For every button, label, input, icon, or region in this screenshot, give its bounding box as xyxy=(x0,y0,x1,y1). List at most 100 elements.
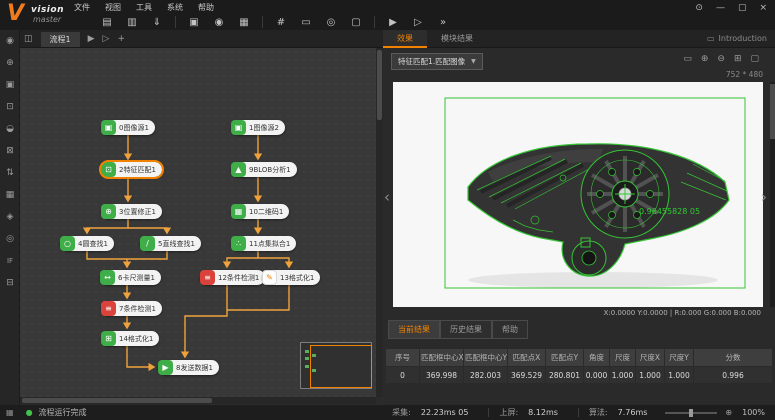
camera-icon[interactable]: ◉ xyxy=(212,17,226,28)
minimap-viewport[interactable] xyxy=(310,345,372,388)
user-chip[interactable]: ▭ Introduction xyxy=(707,34,767,43)
col-angle[interactable]: 角度 xyxy=(584,349,610,367)
node-line-find-1[interactable]: /5直线查找1 xyxy=(140,236,201,251)
tab-history-result[interactable]: 历史结果 xyxy=(440,320,492,339)
col-index[interactable]: 序号 xyxy=(386,349,420,367)
table-row[interactable]: 0 369.998 282.003 369.529 280.801 0.000 … xyxy=(386,367,773,384)
node-icon: ○ xyxy=(60,236,75,251)
image-viewer[interactable]: 0.96455828 05 xyxy=(393,82,763,307)
node-condition-check-7[interactable]: ≡7条件检测1 xyxy=(101,301,162,316)
cell-match-y: 280.801 xyxy=(546,367,584,384)
tab-current-result[interactable]: 当前结果 xyxy=(388,320,440,339)
scrollbar-thumb[interactable] xyxy=(770,84,775,139)
node-condition-check-12[interactable]: ≡12条件检测1 xyxy=(200,270,265,285)
run-flow-icon[interactable]: ▶ xyxy=(88,34,95,44)
canvas-zoom-slider[interactable] xyxy=(665,412,717,414)
node-qrcode-1[interactable]: ▦10二维码1 xyxy=(231,204,289,219)
flowchart-canvas[interactable]: ▣0图像源1 ▣1图像源2 ⊡2特征匹配1 ▲9BLOB分析1 ⊕3位置修正1 … xyxy=(20,48,376,397)
node-caliper-measure-1[interactable]: ↔6卡尺测量1 xyxy=(100,270,161,285)
zoom-out-icon[interactable]: ⊖ xyxy=(717,54,725,64)
acquisition-icon[interactable]: ◉ xyxy=(0,30,20,52)
node-send-data-1[interactable]: ▶8发送数据1 xyxy=(158,360,219,375)
col-scale-x[interactable]: 尺度X xyxy=(636,349,665,367)
focus-icon[interactable]: ⊡ xyxy=(0,96,20,118)
slider-knob[interactable] xyxy=(689,409,693,417)
menu-tools[interactable]: 工具 xyxy=(136,2,152,13)
col-scale[interactable]: 尺度 xyxy=(610,349,636,367)
one-to-one-icon[interactable]: ⊞ xyxy=(734,54,742,64)
next-image-arrow[interactable]: › xyxy=(761,188,767,206)
logic-tools-icon[interactable]: IF xyxy=(0,250,20,272)
node-feature-match-1[interactable]: ⊡2特征匹配1 xyxy=(101,162,162,177)
step-run-icon[interactable]: » xyxy=(436,17,450,28)
col-box-center-x[interactable]: 匹配框中心X xyxy=(420,349,464,367)
node-image-source-1[interactable]: ▣0图像源1 xyxy=(101,120,155,135)
menu-help[interactable]: 帮助 xyxy=(198,2,214,13)
measurement-icon[interactable]: ▦ xyxy=(0,184,20,206)
node-format-14[interactable]: ⊞14格式化1 xyxy=(101,331,159,346)
display-source-dropdown[interactable]: 特征匹配1.匹配图像 ▼ xyxy=(391,53,483,70)
prev-image-arrow[interactable]: ‹ xyxy=(384,188,390,206)
measure-icon[interactable]: ▦ xyxy=(237,17,251,28)
node-icon: ✎ xyxy=(262,270,277,285)
cell-box-center-y: 282.003 xyxy=(464,367,508,384)
run-once-icon[interactable]: ▶ xyxy=(386,17,400,28)
run-flow-loop-icon[interactable]: ▷ xyxy=(103,34,110,44)
node-point-fit-1[interactable]: ∴11点集拟合1 xyxy=(231,236,296,251)
close-button[interactable]: × xyxy=(759,3,767,13)
maximize-button[interactable]: ▢ xyxy=(738,3,747,13)
fullscreen-icon[interactable]: ▢ xyxy=(750,54,759,64)
scrollbar-thumb[interactable] xyxy=(22,398,212,403)
blob-analysis-icon[interactable]: ⊠ xyxy=(0,140,20,162)
gallery-icon[interactable]: ▣ xyxy=(187,17,201,28)
deep-learning-icon[interactable]: ◎ xyxy=(0,228,20,250)
communication-icon[interactable]: ⊟ xyxy=(0,272,20,294)
col-match-x[interactable]: 匹配点X xyxy=(508,349,546,367)
export-icon[interactable]: ⇓ xyxy=(150,17,164,28)
status-menu-icon[interactable]: ▦ xyxy=(6,408,14,417)
tab-help[interactable]: 帮助 xyxy=(492,320,528,339)
scrollbar-thumb[interactable] xyxy=(377,50,382,120)
menu-file[interactable]: 文件 xyxy=(74,2,90,13)
grid-icon[interactable]: # xyxy=(274,17,288,28)
tab-module-result[interactable]: 模块结果 xyxy=(427,30,487,48)
col-score[interactable]: 分数 xyxy=(694,349,773,367)
minimize-button[interactable]: — xyxy=(716,3,725,13)
run-loop-icon[interactable]: ▷ xyxy=(411,17,425,28)
add-flow-button[interactable]: + xyxy=(117,34,125,44)
history-icon[interactable]: ⊙ xyxy=(695,3,703,13)
calibration-icon[interactable]: ◈ xyxy=(0,206,20,228)
user-label: Introduction xyxy=(719,34,767,43)
canvas-horizontal-scrollbar[interactable] xyxy=(20,397,376,404)
node-circle-find-1[interactable]: ○4圆查找1 xyxy=(60,236,114,251)
node-format-13[interactable]: ✎13格式化1 xyxy=(262,270,320,285)
tag-icon[interactable]: ▭ xyxy=(299,17,313,28)
global-params-icon[interactable]: ◎ xyxy=(324,17,338,28)
location-icon[interactable]: ⊕ xyxy=(0,52,20,74)
fit-view-icon[interactable]: ▭ xyxy=(683,54,692,64)
col-match-y[interactable]: 匹配点Y xyxy=(546,349,584,367)
screen-icon[interactable]: ▢ xyxy=(349,17,363,28)
save-icon[interactable]: ▤ xyxy=(100,17,114,28)
window-controls: ⊙ — ▢ × xyxy=(695,3,767,13)
node-blob-analysis-1[interactable]: ▲9BLOB分析1 xyxy=(231,162,297,177)
recognition-icon[interactable]: ◒ xyxy=(0,118,20,140)
zoom-in-icon[interactable]: ⊕ xyxy=(701,54,709,64)
canvas-vertical-scrollbar[interactable] xyxy=(376,48,383,397)
zoom-icon[interactable]: ⊕ xyxy=(725,408,732,417)
open-icon[interactable]: ▥ xyxy=(125,17,139,28)
col-scale-y[interactable]: 尺度Y xyxy=(665,349,694,367)
tab-flow-1[interactable]: 流程1 xyxy=(41,32,80,47)
viewer-scrollbar[interactable] xyxy=(770,82,775,307)
minimap[interactable] xyxy=(300,342,372,389)
col-box-center-y[interactable]: 匹配框中心Y xyxy=(464,349,508,367)
menu-view[interactable]: 视图 xyxy=(105,2,121,13)
image-processing-icon[interactable]: ▣ xyxy=(0,74,20,96)
alignment-icon[interactable]: ⇅ xyxy=(0,162,20,184)
node-position-fix-1[interactable]: ⊕3位置修正1 xyxy=(101,204,162,219)
tab-effect[interactable]: 效果 xyxy=(383,30,427,48)
node-image-source-2[interactable]: ▣1图像源2 xyxy=(231,120,285,135)
cell-scale-x: 1.000 xyxy=(636,367,665,384)
menu-system[interactable]: 系统 xyxy=(167,2,183,13)
node-label: 1图像源2 xyxy=(249,123,279,133)
